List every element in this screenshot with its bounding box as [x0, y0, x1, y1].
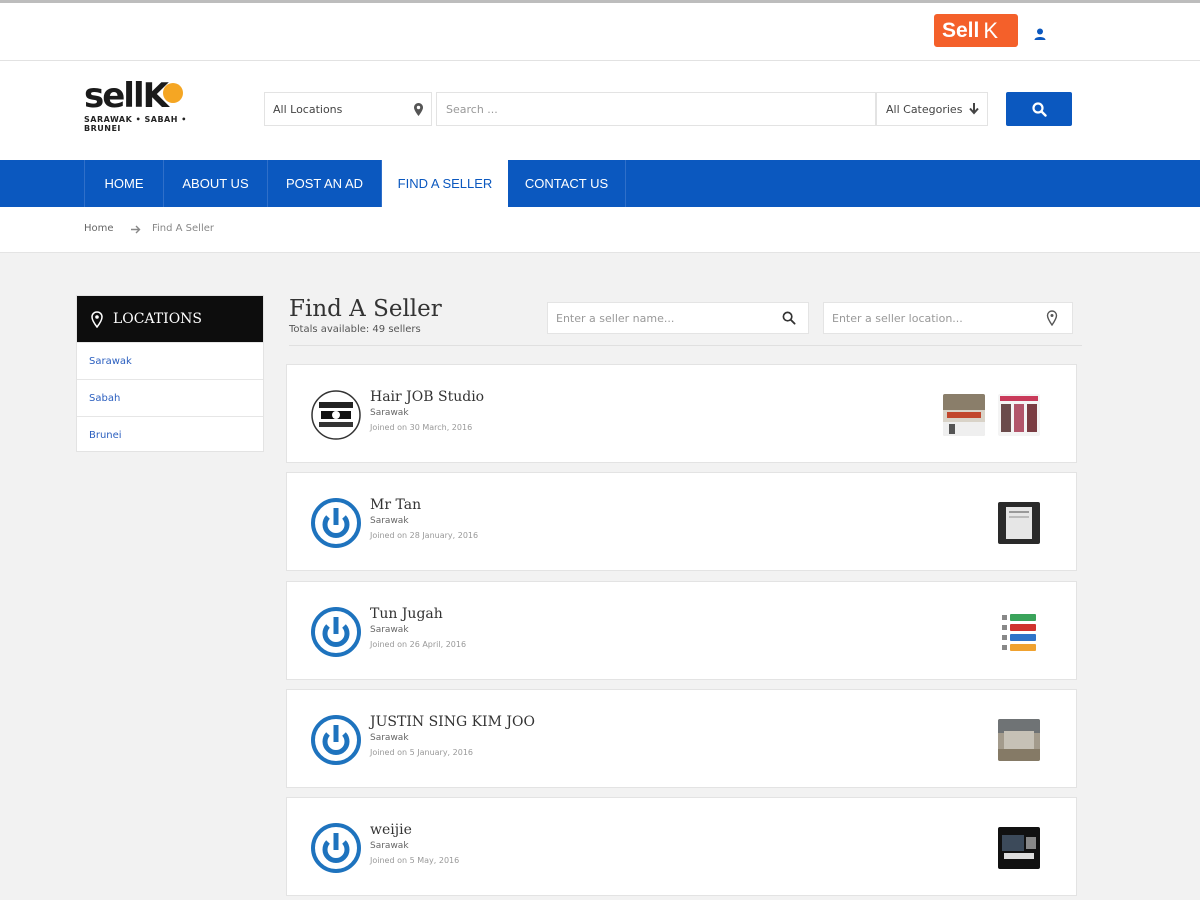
sell-button[interactable]: Sell K: [934, 14, 1018, 47]
map-pin-icon[interactable]: [1046, 310, 1058, 326]
seller-location: Sarawak: [370, 625, 409, 635]
default-avatar-icon[interactable]: [311, 498, 361, 548]
locations-title: LOCATIONS: [113, 311, 203, 327]
arrow-right-icon: [131, 225, 141, 234]
nav-post-an-ad[interactable]: POST AN AD: [268, 160, 382, 207]
sellers-total: Totals available: 49 sellers: [289, 324, 421, 335]
search-input[interactable]: [436, 92, 876, 126]
search-icon: [1031, 101, 1047, 117]
location-item-brunei[interactable]: Brunei: [77, 416, 263, 453]
listing-thumbnail[interactable]: [998, 827, 1040, 869]
seller-card-mr-tan[interactable]: Mr Tan Sarawak Joined on 28 January, 201…: [286, 472, 1077, 571]
top-bar: Sell K: [0, 0, 1200, 61]
nav-about-us[interactable]: ABOUT US: [164, 160, 268, 207]
seller-joined-date: Joined on 5 May, 2016: [370, 856, 460, 865]
location-item-sabah[interactable]: Sabah: [77, 379, 263, 416]
category-select-label: All Categories: [886, 102, 963, 116]
breadcrumb-current: Find A Seller: [152, 223, 215, 234]
search-icon[interactable]: [782, 311, 796, 325]
seller-name[interactable]: JUSTIN SING KIM JOO: [370, 714, 535, 730]
seller-joined-date: Joined on 28 January, 2016: [370, 531, 479, 540]
breadcrumb-home[interactable]: Home: [84, 223, 114, 234]
logo-coin-icon: [162, 83, 183, 103]
seller-card-hair-job-studio[interactable]: Hair JOB Studio Sarawak Joined on 30 Mar…: [286, 364, 1077, 463]
locations-header: LOCATIONS: [77, 296, 263, 342]
nav-contact-us[interactable]: CONTACT US: [508, 160, 626, 207]
seller-joined-date: Joined on 5 January, 2016: [370, 748, 474, 757]
category-select[interactable]: All Categories: [876, 92, 988, 126]
default-avatar-icon[interactable]: [311, 823, 361, 873]
main-nav: HOME ABOUT US POST AN AD FIND A SELLER C…: [0, 160, 1200, 207]
site-header: sellK SARAWAK • SABAH • BRUNEI All Locat…: [0, 61, 1200, 161]
seller-joined-date: Joined on 30 March, 2016: [370, 423, 473, 432]
location-select-label: All Locations: [273, 102, 343, 116]
logo-wordmark: sellK: [84, 77, 214, 115]
sell-button-label: Sell: [942, 18, 980, 42]
map-pin-icon: [414, 103, 423, 116]
seller-name[interactable]: Tun Jugah: [370, 606, 443, 622]
logo-text: sellK: [84, 76, 169, 116]
default-avatar-icon[interactable]: [311, 607, 361, 657]
seller-location: Sarawak: [370, 408, 409, 418]
seller-name[interactable]: Hair JOB Studio: [370, 389, 484, 405]
title-divider: [289, 345, 1082, 346]
logo-tagline: SARAWAK • SABAH • BRUNEI: [84, 115, 187, 133]
seller-name[interactable]: Mr Tan: [370, 497, 421, 513]
seller-card-justin-sing-kim-joo[interactable]: JUSTIN SING KIM JOO Sarawak Joined on 5 …: [286, 689, 1077, 788]
page-title: Find A Seller: [289, 296, 442, 322]
search-button[interactable]: [1006, 92, 1072, 126]
listing-thumbnail[interactable]: [998, 394, 1040, 436]
location-item-sarawak[interactable]: Sarawak: [77, 342, 263, 379]
seller-card-weijie[interactable]: weijie Sarawak Joined on 5 May, 2016: [286, 797, 1077, 896]
seller-card-tun-jugah[interactable]: Tun Jugah Sarawak Joined on 26 April, 20…: [286, 581, 1077, 680]
nav-find-a-seller[interactable]: FIND A SELLER: [382, 160, 508, 207]
seller-location: Sarawak: [370, 516, 409, 526]
listing-thumbnail[interactable]: [998, 502, 1040, 544]
locations-panel: LOCATIONS Sarawak Sabah Brunei: [76, 295, 264, 452]
listing-thumbnail[interactable]: [998, 611, 1040, 653]
seller-joined-date: Joined on 26 April, 2016: [370, 640, 467, 649]
nav-home[interactable]: HOME: [84, 160, 164, 207]
default-avatar-icon[interactable]: [311, 715, 361, 765]
sell-k-mark: K: [983, 17, 999, 43]
seller-location-input[interactable]: [823, 302, 1073, 334]
seller-name[interactable]: weijie: [370, 822, 412, 838]
listing-thumbnail[interactable]: [943, 394, 985, 436]
seller-location: Sarawak: [370, 733, 409, 743]
arrow-down-icon: [969, 103, 979, 115]
location-select[interactable]: All Locations: [264, 92, 432, 126]
seller-location: Sarawak: [370, 841, 409, 851]
breadcrumb: Home Find A Seller: [0, 207, 1200, 253]
seller-avatar[interactable]: [311, 390, 361, 440]
map-pin-icon: [91, 310, 103, 328]
listing-thumbnail[interactable]: [998, 719, 1040, 761]
seller-name-input[interactable]: [547, 302, 809, 334]
site-logo[interactable]: sellK SARAWAK • SABAH • BRUNEI: [84, 77, 214, 139]
user-icon[interactable]: [1033, 27, 1047, 41]
